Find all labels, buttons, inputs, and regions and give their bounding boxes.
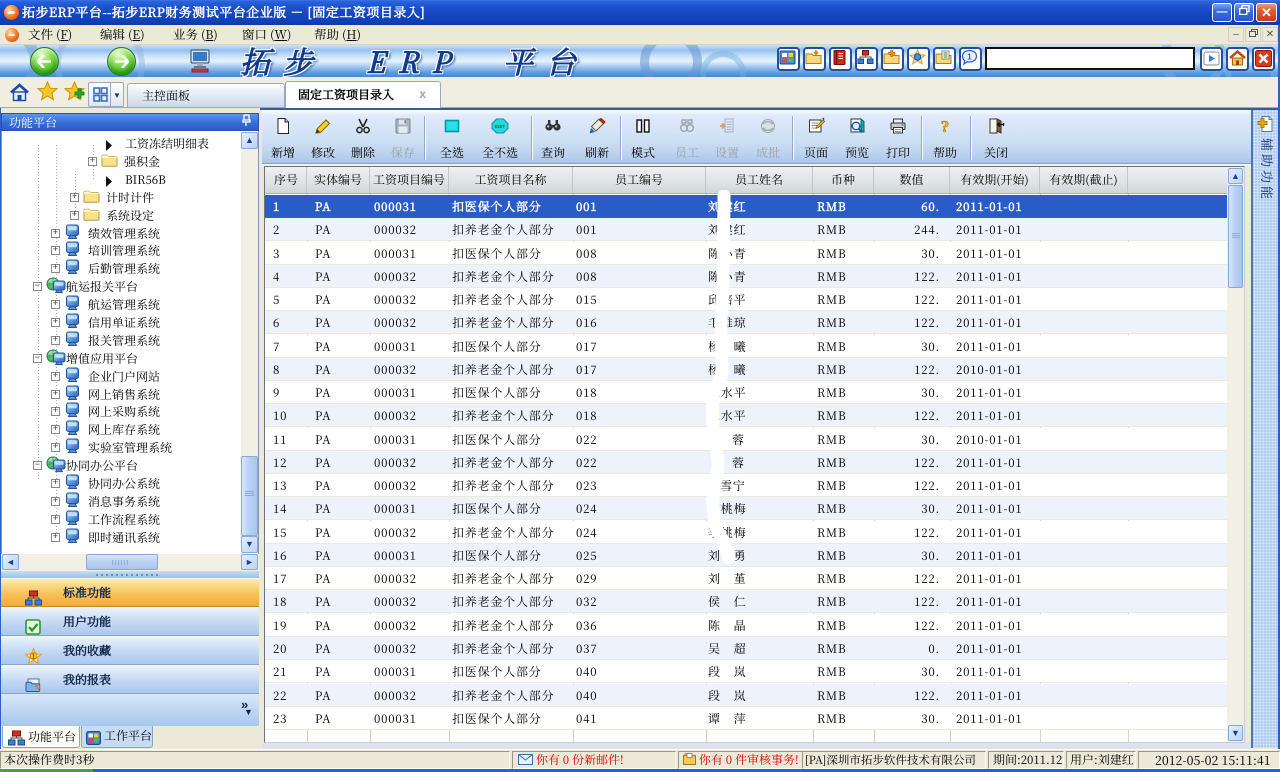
svg-text:EDIT: EDIT [495,124,506,129]
svg-text:?: ? [941,117,950,135]
svg-text:1: 1 [32,653,36,661]
svg-text:1: 1 [967,53,972,62]
